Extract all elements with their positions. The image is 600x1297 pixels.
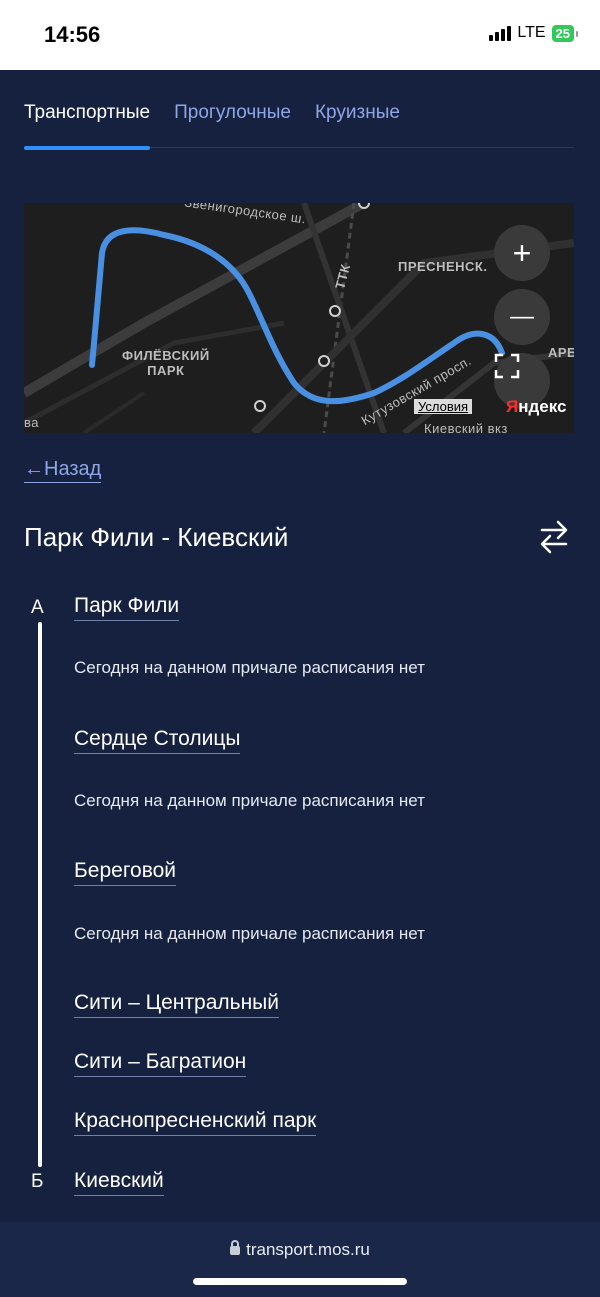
stop-link[interactable]: Парк Фили [74,594,180,621]
tab-walking[interactable]: Прогулочные [174,98,291,148]
map-label-district: ПРЕСНЕНСК. [398,259,488,274]
home-indicator[interactable] [193,1278,407,1285]
stop-link[interactable]: Сити – Центральный [74,991,279,1018]
stop-link[interactable]: Сердце Столицы [74,727,241,754]
network-label: LTE [517,24,546,41]
lock-icon [230,1240,241,1255]
map-provider-logo: Яндекс [506,397,567,416]
map-label-park: ФИЛЁВСКИЙ ПАРК [122,348,210,378]
expand-icon [494,353,520,379]
end-marker: Б [31,1171,44,1192]
start-marker: А [31,597,44,618]
status-indicators: LTE 25 [489,24,579,42]
stop-link[interactable]: Сити – Багратион [74,1050,247,1077]
back-link[interactable]: ←Назад [24,458,102,483]
swap-direction-icon[interactable] [538,518,570,556]
map-label-edge-right: АРБ [548,345,574,360]
map-canvas [24,203,574,433]
stop-link[interactable]: Киевский [74,1169,164,1196]
map-label-edge-left: ва [24,415,39,430]
zoom-out-button[interactable]: — [494,289,550,345]
stop-link[interactable]: Краснопресненский парк [74,1109,317,1136]
stop-link[interactable]: Береговой [74,859,177,886]
tab-transport[interactable]: Транспортные [24,98,151,150]
stop-schedule-note: Сегодня на данном причале расписания нет [74,658,425,677]
status-bar: 14:56 LTE 25 [0,0,600,70]
battery-icon: 25 [551,24,579,42]
route-map[interactable]: Звенигородское ш. ТТК ПРЕСНЕНСК. ФИЛЁВСК… [24,203,574,433]
route-timeline [38,622,42,1167]
status-time: 14:56 [44,22,101,47]
map-label-station: Киевский вкз [424,421,508,433]
browser-bottom-bar: transport.mos.ru [0,1222,600,1297]
route-title: Парк Фили - Киевский [24,522,289,552]
route-type-tabs: Транспортные Прогулочные Круизные [24,98,574,150]
signal-icon [489,25,512,41]
zoom-in-button[interactable]: + [494,225,550,281]
tab-cruise[interactable]: Круизные [315,98,400,148]
stop-schedule-note: Сегодня на данном причале расписания нет [74,924,425,943]
address-bar[interactable]: transport.mos.ru [0,1240,600,1260]
stop-schedule-note: Сегодня на данном причале расписания нет [74,791,425,810]
map-terms-link[interactable]: Условия [414,399,473,414]
